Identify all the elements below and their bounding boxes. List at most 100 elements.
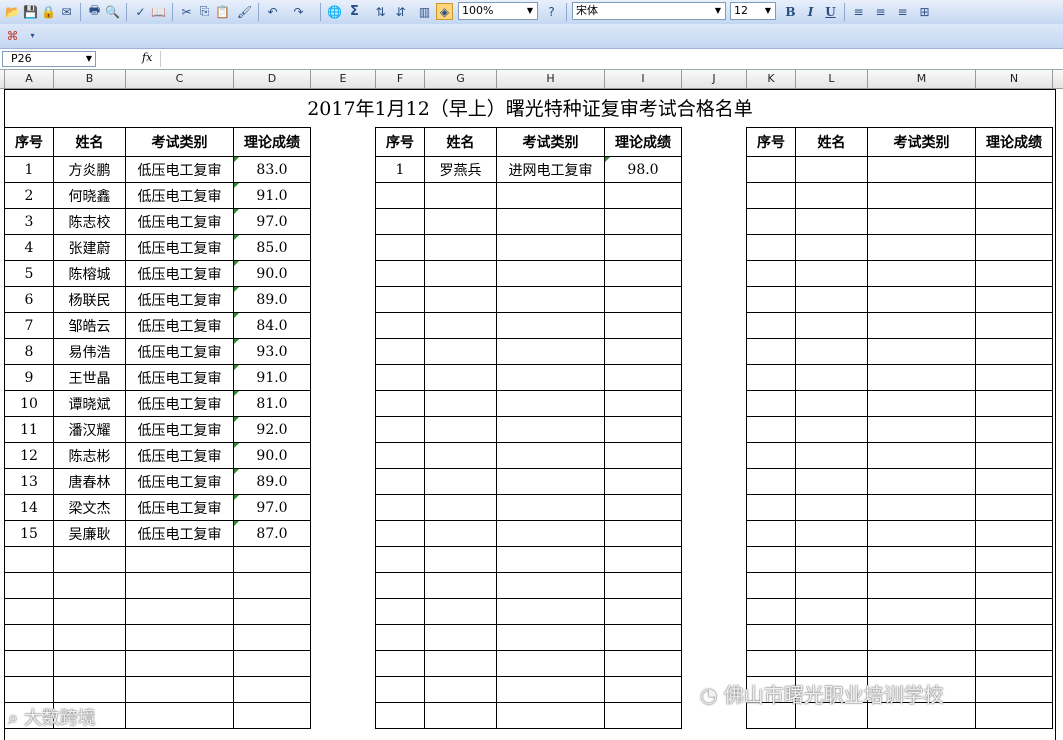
cell-name[interactable]	[795, 260, 868, 287]
header-seq[interactable]: 序号	[375, 127, 425, 157]
cell-type[interactable]: 低压电工复审	[125, 234, 234, 261]
cell-type[interactable]: 低压电工复审	[125, 442, 234, 469]
cell-name[interactable]: 王世晶	[53, 364, 126, 391]
cell-seq[interactable]	[746, 598, 796, 625]
cell-type[interactable]	[867, 624, 976, 651]
cell-score[interactable]	[975, 416, 1053, 443]
underline-button[interactable]: U	[822, 3, 839, 20]
cell-score[interactable]	[975, 208, 1053, 235]
cell-type[interactable]	[496, 624, 605, 651]
cell-type[interactable]	[867, 338, 976, 365]
cell-seq[interactable]: 8	[4, 338, 54, 365]
column-header-d[interactable]: D	[234, 70, 311, 88]
cell-name[interactable]	[53, 624, 126, 651]
cell-type[interactable]	[496, 442, 605, 469]
cell-score[interactable]	[604, 546, 682, 573]
cell-type[interactable]	[496, 260, 605, 287]
cell-name[interactable]	[795, 598, 868, 625]
cell-score[interactable]: 91.0	[233, 182, 311, 209]
cell-type[interactable]	[867, 520, 976, 547]
header-name[interactable]: 姓名	[53, 127, 126, 157]
cell-score[interactable]	[975, 572, 1053, 599]
cell-type[interactable]	[867, 234, 976, 261]
cell-type[interactable]: 低压电工复审	[125, 494, 234, 521]
cell-name[interactable]	[424, 468, 497, 495]
insert-function-icon[interactable]: fx	[142, 51, 152, 64]
cell-score[interactable]	[233, 624, 311, 651]
cell-seq[interactable]	[375, 338, 425, 365]
cell-seq[interactable]	[4, 676, 54, 703]
redo-icon[interactable]: ↷	[290, 3, 307, 20]
cell-seq[interactable]	[375, 468, 425, 495]
cell-type[interactable]: 低压电工复审	[125, 338, 234, 365]
cell-type[interactable]	[867, 650, 976, 677]
cell-name[interactable]	[424, 572, 497, 599]
cell-seq[interactable]	[375, 520, 425, 547]
italic-button[interactable]: I	[802, 3, 819, 20]
cell-score[interactable]: 92.0	[233, 416, 311, 443]
autosum-icon[interactable]: Σ	[346, 3, 363, 20]
header-name[interactable]: 姓名	[424, 127, 497, 157]
cell-seq[interactable]: 15	[4, 520, 54, 547]
cell-score[interactable]	[233, 572, 311, 599]
font-select[interactable]: 宋体 ▼	[572, 2, 726, 20]
cell-score[interactable]	[233, 676, 311, 703]
cell-type[interactable]: 低压电工复审	[125, 312, 234, 339]
open-icon[interactable]: 📂	[4, 3, 21, 20]
column-header-c[interactable]: C	[126, 70, 234, 88]
help-icon[interactable]: ?	[543, 3, 560, 20]
cell-score[interactable]: 84.0	[233, 312, 311, 339]
cut-icon[interactable]: ✂	[178, 3, 195, 20]
cell-seq[interactable]	[375, 442, 425, 469]
cell-name[interactable]	[795, 338, 868, 365]
align-right-icon[interactable]: ≡	[894, 3, 911, 20]
cell-type[interactable]	[496, 364, 605, 391]
chart-wizard-icon[interactable]: ▥	[416, 3, 433, 20]
cell-seq[interactable]	[746, 364, 796, 391]
cell-score[interactable]	[975, 364, 1053, 391]
cell-type[interactable]	[867, 390, 976, 417]
header-type[interactable]: 考试类别	[867, 127, 976, 157]
cell-score[interactable]	[233, 546, 311, 573]
cell-name[interactable]	[424, 676, 497, 703]
cell-seq[interactable]: 2	[4, 182, 54, 209]
cell-name[interactable]	[424, 338, 497, 365]
cell-type[interactable]	[867, 572, 976, 599]
column-header-i[interactable]: I	[605, 70, 682, 88]
column-header-e[interactable]: E	[311, 70, 376, 88]
cell-score[interactable]	[604, 442, 682, 469]
cell-score[interactable]	[975, 520, 1053, 547]
cell-type[interactable]	[867, 312, 976, 339]
cell-score[interactable]	[975, 676, 1053, 703]
cell-name[interactable]	[424, 234, 497, 261]
name-box[interactable]: P26 ▼	[2, 51, 96, 67]
cell-score[interactable]	[975, 598, 1053, 625]
align-left-icon[interactable]: ≡	[850, 3, 867, 20]
cell-seq[interactable]	[375, 312, 425, 339]
cell-type[interactable]	[496, 676, 605, 703]
format-painter-icon[interactable]: 🖌	[236, 3, 253, 20]
cell-name[interactable]	[424, 520, 497, 547]
font-size-select[interactable]: 12 ▼	[730, 2, 776, 20]
cell-seq[interactable]: 1	[375, 156, 425, 183]
column-header-g[interactable]: G	[425, 70, 497, 88]
cell-seq[interactable]	[746, 416, 796, 443]
cell-type[interactable]	[867, 182, 976, 209]
cell-type[interactable]	[496, 312, 605, 339]
cell-type[interactable]	[125, 702, 234, 729]
cell-score[interactable]	[975, 468, 1053, 495]
cell-name[interactable]	[424, 208, 497, 235]
formula-input[interactable]	[160, 51, 1061, 67]
cell-type[interactable]: 低压电工复审	[125, 416, 234, 443]
header-seq[interactable]: 序号	[746, 127, 796, 157]
cell-name[interactable]	[795, 312, 868, 339]
cell-seq[interactable]: 1	[4, 156, 54, 183]
cell-score[interactable]	[604, 598, 682, 625]
merge-center-icon[interactable]: ⊞	[916, 3, 933, 20]
cell-score[interactable]	[975, 494, 1053, 521]
cell-score[interactable]	[975, 702, 1053, 729]
cell-name[interactable]	[424, 650, 497, 677]
cell-name[interactable]	[424, 416, 497, 443]
cell-name[interactable]	[795, 390, 868, 417]
cell-seq[interactable]	[4, 624, 54, 651]
